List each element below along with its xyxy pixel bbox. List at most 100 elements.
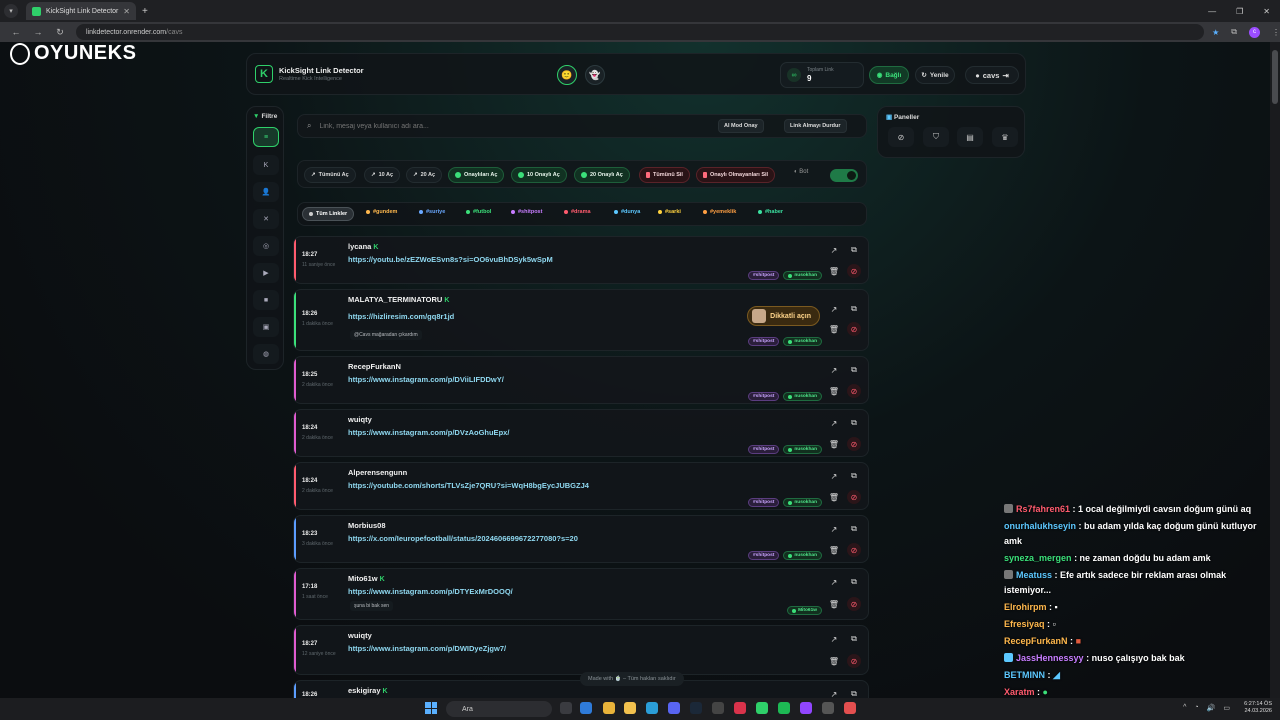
twitch-icon[interactable] <box>800 702 812 714</box>
ban-icon[interactable]: ⊘ <box>847 543 861 557</box>
delete-all-button[interactable]: Tümünü Sil <box>639 167 690 183</box>
card-link[interactable]: https://www.instagram.com/p/DViiLIFDDwY/ <box>348 375 504 384</box>
ban-icon[interactable]: ⊘ <box>847 437 861 451</box>
open-20-approved-button[interactable]: 20 Onaylı Aç <box>574 167 630 183</box>
open-link-icon[interactable]: ↗ <box>827 576 841 588</box>
back-icon[interactable]: ← <box>10 27 22 37</box>
delete-icon[interactable]: 🗑 <box>827 598 841 610</box>
category-all[interactable]: Tüm Linkler <box>302 207 355 221</box>
archive-panel-button[interactable]: ▤ <box>957 127 983 147</box>
delete-icon[interactable]: 🗑 <box>827 655 841 667</box>
taskbar-clock[interactable]: 6:27:14 ÖS 24.03.2026 <box>1244 701 1272 715</box>
card-link[interactable]: https://www.instagram.com/p/DWIDyeZjgw7/ <box>348 644 506 653</box>
copy-icon[interactable]: ⧉ <box>847 303 861 315</box>
refresh-button[interactable]: ↻ Yenile <box>915 66 955 84</box>
copilot-icon[interactable] <box>580 702 592 714</box>
ban-icon[interactable]: ⊘ <box>847 264 861 278</box>
category-yemeklik[interactable]: #yemeklik <box>703 209 736 215</box>
page-scrollbar[interactable] <box>1270 42 1280 698</box>
copy-icon[interactable]: ⧉ <box>847 470 861 482</box>
copy-icon[interactable]: ⧉ <box>847 417 861 429</box>
filter-instagram-button[interactable]: ◎ <box>253 236 279 256</box>
app-icon[interactable] <box>734 702 746 714</box>
card-link[interactable]: https://www.instagram.com/p/DVzAoGhuEpx/ <box>348 428 509 437</box>
discord-icon[interactable] <box>668 702 680 714</box>
open-20-button[interactable]: ↗ 20 Aç <box>406 167 443 183</box>
copy-icon[interactable]: ⧉ <box>847 364 861 376</box>
chrome-icon[interactable] <box>603 702 615 714</box>
new-tab-button[interactable]: + <box>142 6 148 17</box>
delete-unapproved-button[interactable]: Onaylı Olmayanları Sil <box>696 167 776 183</box>
copy-icon[interactable]: ⧉ <box>847 244 861 256</box>
file-explorer-icon[interactable] <box>624 702 636 714</box>
browser-tab[interactable]: KickSight Link Detector ✕ <box>26 2 136 20</box>
delete-icon[interactable]: 🗑 <box>827 491 841 503</box>
reload-icon[interactable]: ↻ <box>54 27 66 38</box>
card-link[interactable]: https://hizliresim.com/gq8r1jd <box>348 312 454 321</box>
ban-icon[interactable]: ⊘ <box>847 490 861 504</box>
open-all-button[interactable]: ↗ Tümünü Aç <box>304 167 356 183</box>
tab-search-button[interactable]: ▾ <box>4 4 18 18</box>
copy-icon[interactable]: ⧉ <box>847 576 861 588</box>
windows-start-icon[interactable] <box>425 702 437 714</box>
open-link-icon[interactable]: ↗ <box>827 633 841 645</box>
open-link-icon[interactable]: ↗ <box>827 417 841 429</box>
open-10-approved-button[interactable]: 10 Onaylı Aç <box>511 167 567 183</box>
minimize-button[interactable]: — <box>1208 7 1216 16</box>
search-input[interactable] <box>319 122 700 130</box>
copy-icon[interactable]: ⧉ <box>847 688 861 698</box>
open-approved-button[interactable]: Onaylıları Aç <box>448 167 505 183</box>
bookmark-star-icon[interactable]: ★ <box>1212 28 1219 37</box>
open-link-icon[interactable]: ↗ <box>827 303 841 315</box>
battery-icon[interactable]: ▭ <box>1223 704 1230 712</box>
kick-icon[interactable] <box>756 702 768 714</box>
copy-icon[interactable]: ⧉ <box>847 633 861 645</box>
app-icon[interactable] <box>844 702 856 714</box>
category-drama[interactable]: #drama <box>564 209 591 215</box>
open-10-button[interactable]: ↗ 10 Aç <box>364 167 401 183</box>
delete-icon[interactable]: 🗑 <box>827 323 841 335</box>
ban-icon[interactable]: ⊘ <box>847 322 861 336</box>
card-link[interactable]: https://youtube.com/shorts/TLVsZje7QRU?s… <box>348 481 589 490</box>
filter-all-button[interactable]: ≡ <box>253 127 279 147</box>
filter-x-button[interactable]: ✕ <box>253 209 279 229</box>
filter-image-button[interactable]: ▣ <box>253 317 279 337</box>
obs-icon[interactable] <box>822 702 834 714</box>
ban-panel-button[interactable]: ⊘ <box>888 127 914 147</box>
extensions-icon[interactable]: ⧉ <box>1231 27 1237 37</box>
category-shitpost[interactable]: #shitpost <box>511 209 542 215</box>
category-suriye[interactable]: #suriye <box>419 209 445 215</box>
window-close-button[interactable]: ✕ <box>1263 7 1270 16</box>
connected-status-button[interactable]: ◉ Bağlı <box>869 66 909 84</box>
scrollbar-thumb[interactable] <box>1272 50 1278 104</box>
open-link-icon[interactable]: ↗ <box>827 688 841 699</box>
delete-icon[interactable]: 🗑 <box>827 438 841 450</box>
stop-links-button[interactable]: Link Almayı Durdur <box>784 119 847 133</box>
browser-menu-icon[interactable]: ⋮ <box>1272 28 1280 37</box>
open-link-icon[interactable]: ↗ <box>827 523 841 535</box>
streamer-avatar-button[interactable]: 🙂 <box>557 65 577 85</box>
taskbar-search[interactable]: Ara <box>446 701 552 717</box>
filter-video-button[interactable]: ■ <box>253 290 279 310</box>
ban-icon[interactable]: ⊘ <box>847 384 861 398</box>
shield-panel-button[interactable]: ⛉ <box>923 127 949 147</box>
user-button[interactable]: ● cavs ⇥ <box>965 66 1019 84</box>
close-tab-icon[interactable]: ✕ <box>123 7 130 16</box>
filter-youtube-button[interactable]: ▶ <box>253 263 279 283</box>
ai-mod-approve-button[interactable]: AI Mod Onay <box>718 119 764 133</box>
card-link[interactable]: https://www.instagram.com/p/DTYExMrDOOQ/ <box>348 587 513 596</box>
category-sarki[interactable]: #sarki <box>658 209 681 215</box>
spotify-icon[interactable] <box>778 702 790 714</box>
ban-icon[interactable]: ⊘ <box>847 597 861 611</box>
open-link-icon[interactable]: ↗ <box>827 364 841 376</box>
open-link-icon[interactable]: ↗ <box>827 470 841 482</box>
filter-users-button[interactable]: 👤 <box>253 182 279 202</box>
volume-icon[interactable]: 🔊 <box>1207 704 1216 712</box>
app-icon[interactable] <box>712 702 724 714</box>
logout-icon[interactable]: ⇥ <box>1002 71 1008 80</box>
card-link[interactable]: https://youtu.be/zEZWoESvn8s?si=OO6vuBhD… <box>348 255 553 264</box>
category-futbol[interactable]: #futbol <box>466 209 491 215</box>
category-dunya[interactable]: #dunya <box>614 209 640 215</box>
delete-icon[interactable]: 🗑 <box>827 544 841 556</box>
network-icon[interactable]: ◔ <box>1194 704 1198 712</box>
